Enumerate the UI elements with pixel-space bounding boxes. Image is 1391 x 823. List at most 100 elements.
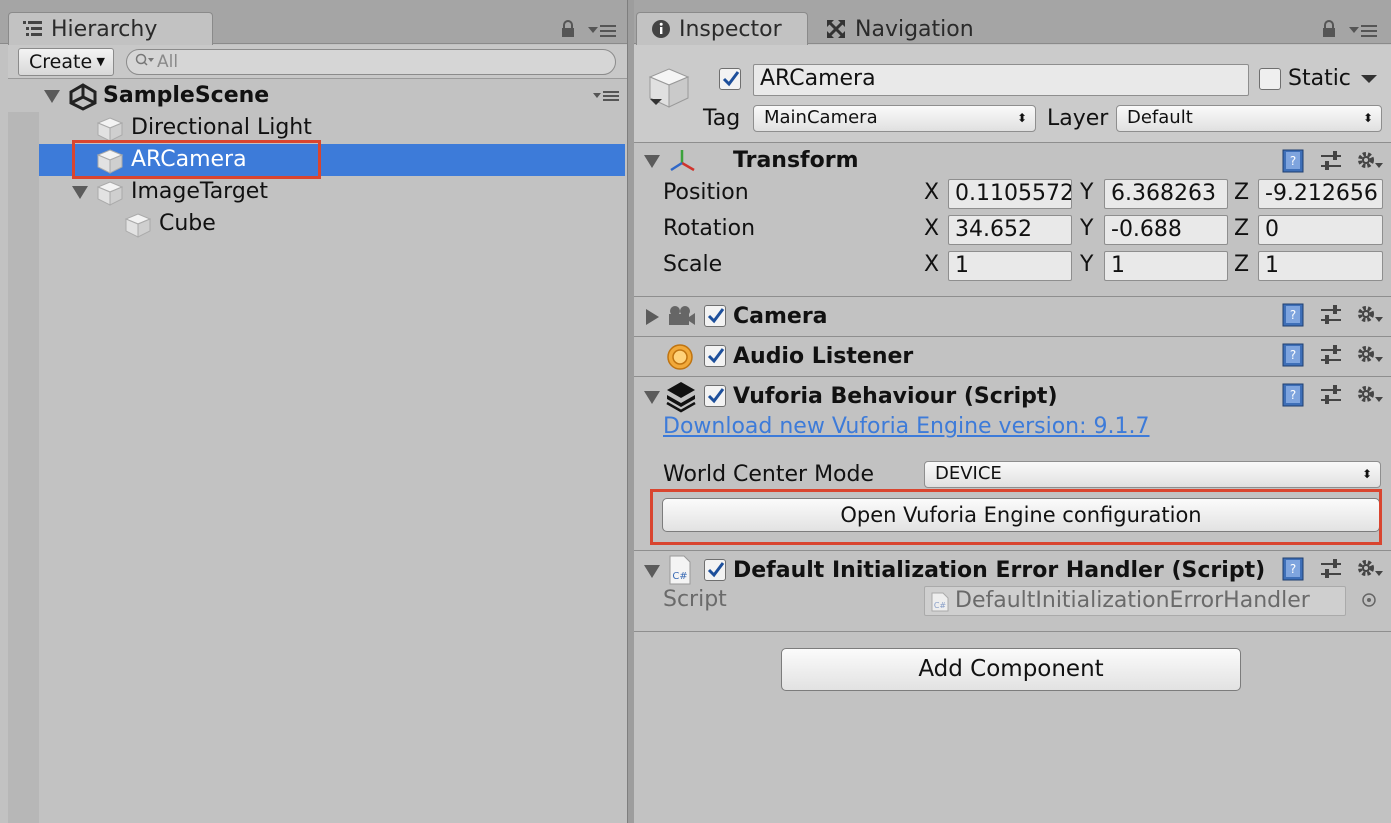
audio-listener-title: Audio Listener bbox=[733, 344, 914, 369]
object-name-field[interactable]: ARCamera bbox=[753, 64, 1249, 96]
lock-icon[interactable] bbox=[1321, 20, 1337, 38]
transform-title: Transform bbox=[733, 148, 859, 173]
lock-icon[interactable] bbox=[560, 20, 576, 38]
updown-arrow-icon: ⬍ bbox=[1361, 467, 1372, 481]
foldout-closed-icon[interactable] bbox=[646, 309, 659, 325]
gameobject-icon[interactable] bbox=[646, 65, 692, 111]
hierarchy-item-cube[interactable]: Cube bbox=[8, 208, 625, 240]
help-book-icon[interactable]: ? bbox=[1281, 556, 1307, 582]
axis-y-label: Y bbox=[1080, 180, 1094, 205]
list-icon bbox=[23, 20, 43, 38]
component-icons: ? bbox=[1281, 556, 1383, 582]
scale-label: Scale bbox=[663, 252, 723, 277]
gear-icon[interactable] bbox=[1355, 343, 1383, 367]
object-picker-icon[interactable] bbox=[1361, 592, 1377, 608]
preset-sliders-icon[interactable] bbox=[1319, 303, 1343, 327]
gear-icon[interactable] bbox=[1355, 149, 1383, 173]
help-book-icon[interactable]: ? bbox=[1281, 148, 1307, 174]
hierarchy-item-label: Cube bbox=[159, 211, 216, 236]
svg-text:C#: C# bbox=[934, 601, 947, 610]
layer-dropdown[interactable]: Default ⬍ bbox=[1116, 105, 1382, 132]
rotation-y-field[interactable]: -0.688 bbox=[1104, 215, 1228, 245]
position-z-field[interactable]: -9.212656 bbox=[1258, 179, 1383, 209]
inspector-panel: Inspector Navigation ARCamera Static Tag bbox=[634, 0, 1391, 823]
vuforia-enabled-checkbox[interactable] bbox=[704, 385, 726, 407]
component-icons: ? bbox=[1281, 148, 1383, 174]
world-center-mode-dropdown[interactable]: DEVICE ⬍ bbox=[924, 461, 1381, 488]
scene-row[interactable]: SampleScene bbox=[8, 80, 625, 112]
create-dropdown-button[interactable]: Create ▼ bbox=[18, 48, 114, 76]
rotation-x-field[interactable]: 34.652 bbox=[948, 215, 1072, 245]
scale-x-field[interactable]: 1 bbox=[948, 251, 1072, 281]
panel-divider[interactable] bbox=[627, 0, 634, 823]
active-checkbox[interactable] bbox=[719, 68, 741, 90]
scale-z-field[interactable]: 1 bbox=[1258, 251, 1383, 281]
layer-value: Default bbox=[1127, 107, 1193, 128]
hierarchy-item-imagetarget[interactable]: ImageTarget bbox=[8, 176, 625, 208]
updown-arrow-icon: ⬍ bbox=[1362, 111, 1373, 125]
layer-label: Layer bbox=[1047, 106, 1109, 131]
foldout-open-icon[interactable] bbox=[644, 391, 660, 404]
info-icon bbox=[651, 19, 671, 39]
foldout-open-icon[interactable] bbox=[644, 155, 660, 168]
camera-enabled-checkbox[interactable] bbox=[704, 305, 726, 327]
foldout-open-icon[interactable] bbox=[72, 186, 88, 199]
script-label: Script bbox=[663, 587, 727, 612]
svg-text:?: ? bbox=[1290, 562, 1296, 576]
axis-x-label: X bbox=[924, 252, 940, 277]
foldout-open-icon[interactable] bbox=[644, 565, 660, 578]
tab-navigation[interactable]: Navigation bbox=[810, 12, 1010, 45]
tag-dropdown[interactable]: MainCamera ⬍ bbox=[753, 105, 1036, 132]
preset-sliders-icon[interactable] bbox=[1319, 557, 1343, 581]
tab-hierarchy[interactable]: Hierarchy bbox=[8, 12, 213, 45]
gameobject-cube-icon bbox=[124, 212, 152, 238]
error-handler-component: C# Default Initialization Error Handler … bbox=[634, 552, 1391, 632]
script-value: DefaultInitializationErrorHandler bbox=[955, 588, 1310, 613]
hierarchy-toolbar: Create ▼ All bbox=[8, 45, 627, 79]
rotation-z-field[interactable]: 0 bbox=[1258, 215, 1383, 245]
hierarchy-indent-stripe bbox=[8, 112, 39, 823]
dropdown-arrow-icon: ▼ bbox=[96, 55, 105, 68]
hierarchy-search-input[interactable]: All bbox=[126, 49, 616, 75]
gear-icon[interactable] bbox=[1355, 303, 1383, 327]
camera-icon bbox=[666, 305, 696, 327]
position-x-field[interactable]: 0.1105572 bbox=[948, 179, 1072, 209]
panel-menu-icon[interactable] bbox=[1349, 22, 1379, 38]
static-label: Static bbox=[1288, 66, 1351, 91]
foldout-open-icon[interactable] bbox=[44, 90, 60, 103]
hierarchy-item-arcamera[interactable]: ARCamera bbox=[8, 140, 625, 179]
hierarchy-panel: Hierarchy Create ▼ All SampleScene Direc… bbox=[0, 0, 627, 823]
navigation-icon bbox=[825, 18, 847, 40]
preset-sliders-icon[interactable] bbox=[1319, 149, 1343, 173]
gear-icon[interactable] bbox=[1355, 557, 1383, 581]
help-book-icon[interactable]: ? bbox=[1281, 342, 1307, 368]
audio-listener-enabled-checkbox[interactable] bbox=[704, 345, 726, 367]
gear-icon[interactable] bbox=[1355, 383, 1383, 407]
tab-inspector[interactable]: Inspector bbox=[636, 12, 808, 45]
audio-listener-icon bbox=[666, 343, 694, 371]
create-label: Create bbox=[29, 51, 93, 73]
gameobject-cube-icon bbox=[96, 116, 124, 142]
hierarchy-tab-bar: Hierarchy bbox=[0, 0, 627, 45]
help-book-icon[interactable]: ? bbox=[1281, 382, 1307, 408]
script-object-field[interactable]: C# DefaultInitializationErrorHandler bbox=[924, 586, 1346, 616]
panel-menu-icon[interactable] bbox=[588, 22, 618, 38]
scale-y-field[interactable]: 1 bbox=[1104, 251, 1228, 281]
static-dropdown-icon[interactable] bbox=[1360, 73, 1378, 85]
hierarchy-item-label: ImageTarget bbox=[131, 179, 268, 204]
preset-sliders-icon[interactable] bbox=[1319, 383, 1343, 407]
inspector-tab-bar: Inspector Navigation bbox=[634, 0, 1391, 45]
position-y-field[interactable]: 6.368263 bbox=[1104, 179, 1228, 209]
error-handler-enabled-checkbox[interactable] bbox=[704, 559, 726, 581]
preset-sliders-icon[interactable] bbox=[1319, 343, 1343, 367]
csharp-script-icon: C# bbox=[931, 592, 949, 612]
add-component-button[interactable]: Add Component bbox=[781, 648, 1241, 691]
axis-y-label: Y bbox=[1080, 252, 1094, 277]
download-vuforia-link[interactable]: Download new Vuforia Engine version: 9.1… bbox=[663, 413, 1150, 441]
component-icons: ? bbox=[1281, 342, 1383, 368]
static-checkbox[interactable] bbox=[1259, 68, 1281, 90]
svg-text:?: ? bbox=[1290, 388, 1296, 402]
scene-menu-icon[interactable] bbox=[593, 80, 621, 112]
scene-name: SampleScene bbox=[103, 83, 270, 108]
help-book-icon[interactable]: ? bbox=[1281, 302, 1307, 328]
